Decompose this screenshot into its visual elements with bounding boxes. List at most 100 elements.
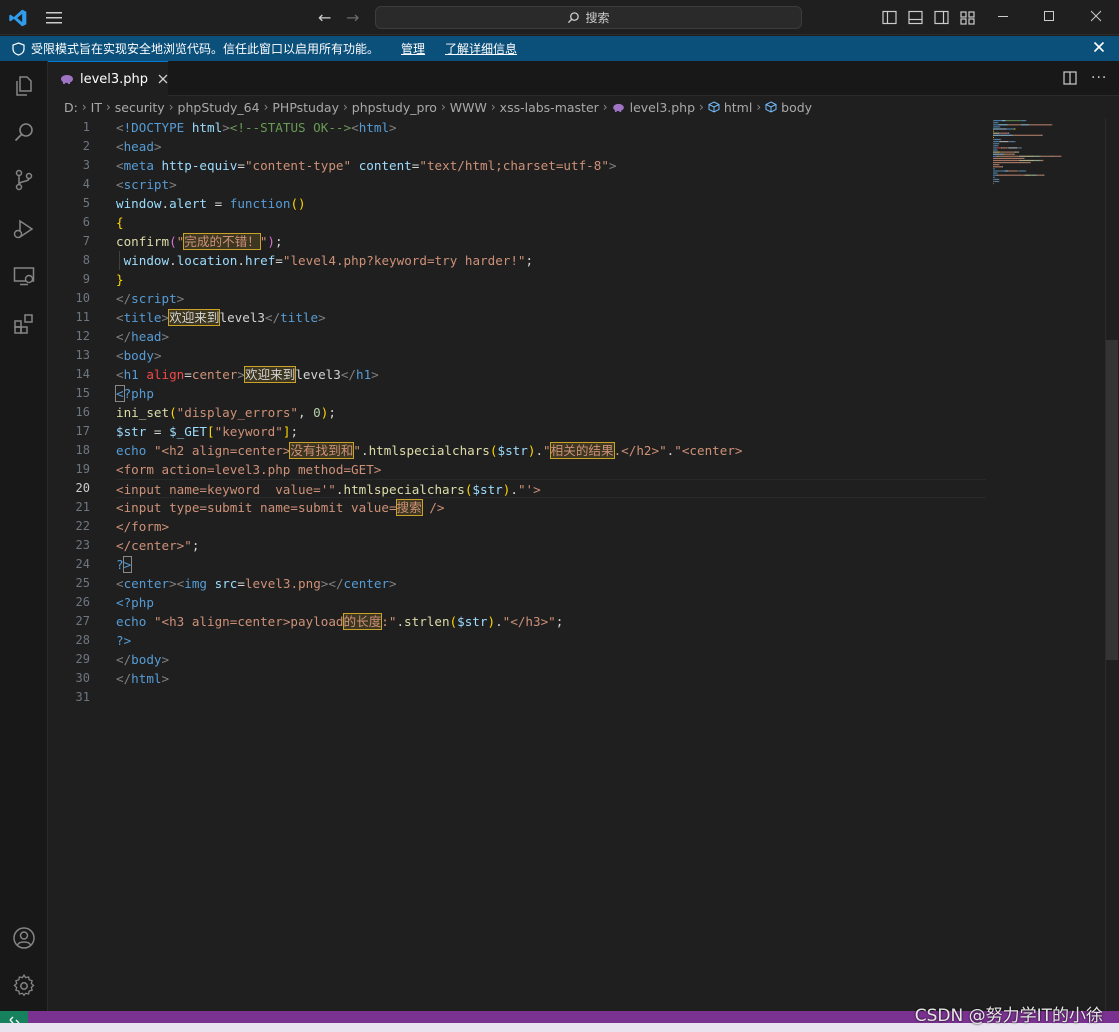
code-line[interactable]: }: [116, 270, 986, 289]
forward-arrow-icon[interactable]: →: [346, 8, 359, 27]
code-line[interactable]: <title>欢迎来到level3</title>: [116, 308, 986, 327]
code-token: function: [229, 196, 291, 211]
settings-gear-icon[interactable]: [12, 974, 36, 998]
command-center-search[interactable]: 搜索: [375, 6, 802, 29]
customize-layout-icon[interactable]: [960, 10, 975, 25]
code-token: <!--STATUS OK-->: [229, 120, 352, 135]
manage-link[interactable]: 管理: [401, 40, 425, 57]
search-icon[interactable]: [12, 120, 36, 144]
minimap-stroke: [999, 126, 1001, 128]
back-arrow-icon[interactable]: ←: [318, 8, 331, 27]
more-actions-icon[interactable]: ···: [1091, 71, 1107, 85]
code-line[interactable]: <input name=keyword value='". htmlspecial…: [116, 479, 986, 498]
code-line[interactable]: <meta http-equiv="content-type" content=…: [116, 156, 986, 175]
chevron-right-icon: ›: [81, 100, 87, 114]
minimap-stroke: [1020, 170, 1026, 172]
breadcrumb-item[interactable]: security: [115, 100, 165, 115]
code-line[interactable]: <input type=submit name=submit value=搜索 …: [116, 498, 986, 517]
accounts-icon[interactable]: [12, 926, 36, 950]
code-token: </: [116, 671, 132, 686]
code-line[interactable]: </script>: [116, 289, 986, 308]
code-line[interactable]: <script>: [116, 175, 986, 194]
code-line[interactable]: window.alert = function(): [116, 194, 986, 213]
toggle-panel-icon[interactable]: [908, 10, 923, 25]
minimap-stroke: [993, 138, 995, 141]
source-control-icon[interactable]: [12, 168, 36, 192]
code-token: (: [449, 614, 458, 629]
maximize-icon[interactable]: [1041, 8, 1057, 24]
learn-more-link[interactable]: 了解详细信息: [445, 40, 517, 57]
breadcrumb-item[interactable]: phpstudy_pro: [352, 100, 437, 115]
code-token: ></: [320, 576, 344, 591]
code-line[interactable]: [116, 688, 986, 707]
minimap-stroke: [1016, 151, 1018, 153]
line-number: 20: [75, 481, 90, 495]
code-line[interactable]: ?>: [116, 555, 986, 574]
code-token: html: [131, 671, 162, 686]
code-line[interactable]: <?php: [116, 593, 986, 612]
code-line[interactable]: {: [116, 213, 986, 232]
code-token: </: [116, 291, 132, 306]
run-debug-icon[interactable]: [12, 217, 36, 241]
minimap-stroke: [1041, 134, 1043, 136]
remote-explorer-icon[interactable]: [12, 264, 36, 288]
breadcrumb-item[interactable]: WWW: [450, 100, 487, 115]
breadcrumb-item[interactable]: phpStudy_64: [178, 100, 260, 115]
minimap-stroke: [1008, 132, 1010, 134]
code-editor[interactable]: 1 2 3 4 5 6 7 8 9 10 11 12 13 14 15 16 17 18 19 20 21 22 23 24 2…: [48, 118, 1119, 1011]
close-window-icon[interactable]: [1088, 8, 1104, 24]
breadcrumb-item[interactable]: xss-labs-master: [500, 100, 599, 115]
code-lines[interactable]: <!DOCTYPE html><!--STATUS OK--><html> <he…: [115, 118, 986, 707]
minimap-stroke: [993, 122, 998, 124]
code-line[interactable]: </html>: [116, 669, 986, 688]
close-tab-icon[interactable]: [158, 74, 168, 84]
minimap-stroke: [1000, 132, 1002, 134]
code-line[interactable]: </body>: [116, 650, 986, 669]
indent-guide: [119, 251, 120, 270]
code-token: <: [116, 139, 124, 154]
breadcrumb-item[interactable]: IT: [91, 100, 102, 115]
breadcrumb-symbol-html[interactable]: html: [708, 100, 752, 115]
code-line[interactable]: ini_set("display_errors", 0);: [116, 403, 986, 422]
extensions-icon[interactable]: [12, 312, 36, 336]
explorer-icon[interactable]: [12, 74, 36, 98]
minimap-stroke: [1018, 151, 1020, 153]
code-line[interactable]: </head>: [116, 327, 986, 346]
code-token: $_GET: [169, 424, 208, 439]
minimap[interactable]: [991, 118, 1101, 188]
toggle-secondary-sidebar-icon[interactable]: [934, 10, 949, 25]
code-token: level3: [295, 367, 341, 382]
code-line[interactable]: </center>";: [116, 536, 986, 555]
tab-level3-php[interactable]: level3.php: [48, 61, 168, 96]
minimap-stroke: [997, 155, 1014, 157]
code-line[interactable]: <body>: [116, 346, 986, 365]
code-line[interactable]: <center><img src=level3.png></center>: [116, 574, 986, 593]
code-line[interactable]: echo "<h3 align=center>payload的长度:".strl…: [116, 612, 986, 631]
code-line[interactable]: <?php: [115, 384, 986, 403]
code-line[interactable]: <!DOCTYPE html><!--STATUS OK--><html>: [116, 118, 986, 137]
breadcrumb-item[interactable]: PHPstuday: [272, 100, 339, 115]
code-token: alert: [169, 196, 208, 211]
code-line[interactable]: window.location.href="level4.php?keyword…: [116, 251, 986, 270]
line-number: 4: [82, 177, 90, 191]
code-line[interactable]: $str = $_GET["keyword"];: [116, 422, 986, 441]
code-line[interactable]: <form action=level3.php method=GET>: [116, 460, 986, 479]
code-line[interactable]: <h1 align=center>欢迎来到level3</h1>: [116, 365, 986, 384]
code-line[interactable]: <head>: [116, 137, 986, 156]
breadcrumb-item[interactable]: D:: [64, 100, 78, 115]
code-line[interactable]: </form>: [116, 517, 986, 536]
hamburger-menu-icon[interactable]: [44, 9, 64, 27]
close-banner-icon[interactable]: [1093, 41, 1105, 53]
line-number: 22: [75, 519, 90, 533]
code-line[interactable]: confirm("完成的不错！");: [116, 232, 986, 251]
breadcrumb-file[interactable]: level3.php: [612, 100, 695, 115]
toggle-primary-sidebar-icon[interactable]: [882, 10, 897, 25]
breadcrumb-symbol-body[interactable]: body: [765, 100, 812, 115]
code-line[interactable]: echo "<h2 align=center>没有找到和".htmlspecia…: [116, 441, 986, 460]
minimize-icon[interactable]: [995, 8, 1011, 24]
code-line[interactable]: ?>: [116, 631, 986, 650]
minimap-stroke: [1005, 120, 1007, 122]
code-token: center: [191, 367, 238, 382]
split-editor-icon[interactable]: [1063, 71, 1077, 85]
scrollbar-thumb[interactable]: [1106, 340, 1118, 660]
